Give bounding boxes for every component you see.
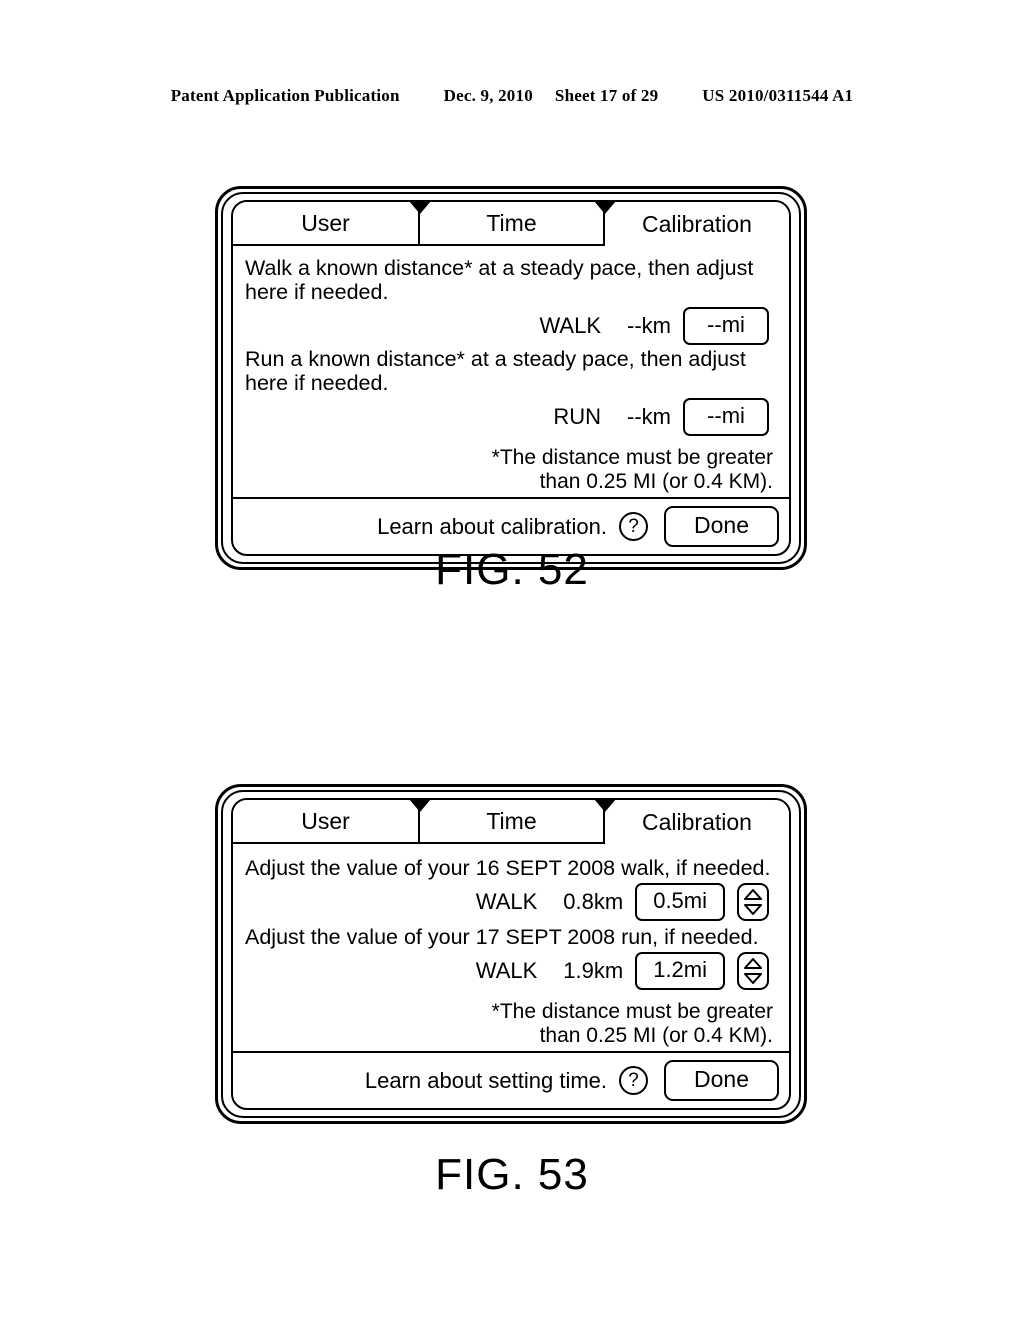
device-middle-frame: User Time Calibration — [221, 790, 801, 1119]
up-down-stepper-icon[interactable] — [737, 883, 769, 922]
tab-calibration-label: Calibration — [642, 808, 752, 835]
patent-number-label: US 2010/0311544 A1 — [702, 86, 854, 105]
up-down-stepper-icon[interactable] — [737, 952, 769, 991]
question-mark-icon[interactable]: ? — [619, 1066, 649, 1096]
calibration-panel-body: Adjust the value of your 16 SEPT 2008 wa… — [233, 844, 789, 1051]
run-activity-label: RUN — [553, 404, 602, 430]
tab-calibration-label: Calibration — [642, 210, 752, 237]
run-value-row: RUN --km --mi — [245, 398, 777, 437]
run-value-row: WALK 1.9km 1.2mi — [245, 952, 777, 991]
distance-footnote-line-1: *The distance must be greater — [491, 1000, 773, 1024]
run-mi-field[interactable]: --mi — [683, 398, 769, 437]
run-instruction-text: Adjust the value of your 17 SEPT 2008 ru… — [245, 925, 759, 950]
walk-value-row: WALK --km --mi — [245, 307, 777, 346]
walk-km-value: 0.8km — [563, 889, 624, 915]
done-button[interactable]: Done — [664, 506, 779, 548]
distance-footnote-line-1: *The distance must be greater — [491, 446, 773, 470]
distance-footnote: *The distance must be greater than 0.25 … — [245, 1000, 777, 1047]
run-mi-field[interactable]: 1.2mi — [635, 952, 725, 991]
calibration-panel-body: Walk a known distance* at a steady pace,… — [233, 246, 789, 497]
run-km-value: 1.9km — [563, 958, 624, 984]
walk-value-row: WALK 0.8km 0.5mi — [245, 883, 777, 922]
device-outer-frame: User Time Calibration — [215, 186, 807, 571]
figure-52-device: User Time Calibration Walk a known dista… — [215, 186, 807, 571]
device-screen: User Time Calibration — [231, 200, 791, 557]
tab-user[interactable]: User — [233, 800, 420, 844]
walk-activity-label: WALK — [539, 313, 602, 339]
tab-user-label: User — [301, 209, 350, 236]
tab-bar: User Time Calibration — [233, 800, 789, 844]
walk-mi-field[interactable]: --mi — [683, 307, 769, 346]
done-button[interactable]: Done — [664, 1060, 779, 1102]
tab-user[interactable]: User — [233, 202, 420, 246]
run-activity-label: WALK — [475, 958, 538, 984]
tab-time[interactable]: Time — [420, 800, 605, 844]
walk-mi-field[interactable]: 0.5mi — [635, 883, 725, 922]
patent-publication-label: Patent Application Publication — [170, 86, 400, 105]
tab-time-label: Time — [486, 807, 537, 834]
patent-sheet-label: Sheet 17 of 29 — [554, 86, 659, 105]
tab-calibration[interactable]: Calibration — [605, 202, 789, 246]
distance-footnote-line-2: than 0.25 MI (or 0.4 KM). — [539, 1023, 773, 1047]
device-screen: User Time Calibration — [231, 798, 791, 1111]
device-outer-frame: User Time Calibration — [215, 784, 807, 1125]
walk-instruction-text: Adjust the value of your 16 SEPT 2008 wa… — [245, 856, 771, 880]
learn-more-link[interactable]: Learn about calibration. — [377, 515, 607, 538]
tab-user-label: User — [301, 807, 350, 834]
patent-date-label: Dec. 9, 2010 — [443, 86, 533, 105]
distance-footnote: *The distance must be greater than 0.25 … — [245, 446, 777, 493]
question-mark-icon[interactable]: ? — [619, 512, 649, 542]
tab-calibration[interactable]: Calibration — [605, 800, 789, 844]
distance-footnote-line-2: than 0.25 MI (or 0.4 KM). — [539, 469, 773, 493]
panel-footer: Learn about setting time. ? Done — [233, 1051, 789, 1108]
tab-time-label: Time — [486, 209, 537, 236]
figure-52-caption: FIG. 52 — [435, 545, 589, 594]
run-km-value: --km — [627, 404, 671, 430]
learn-more-link[interactable]: Learn about setting time. — [365, 1069, 607, 1092]
figure-53-caption: FIG. 53 — [435, 1150, 589, 1199]
tab-time[interactable]: Time — [420, 202, 605, 246]
walk-km-value: --km — [627, 313, 671, 339]
walk-activity-label: WALK — [475, 889, 538, 915]
device-middle-frame: User Time Calibration — [221, 192, 801, 565]
figure-53-device: User Time Calibration Adjust the value o… — [215, 784, 807, 1125]
run-instruction-text: Run a known distance* at a steady pace, … — [245, 347, 746, 396]
walk-instruction-text: Walk a known distance* at a steady pace,… — [245, 256, 754, 305]
tab-bar: User Time Calibration — [233, 202, 789, 246]
patent-header: Patent Application Publication Dec. 9, 2… — [0, 86, 1024, 106]
